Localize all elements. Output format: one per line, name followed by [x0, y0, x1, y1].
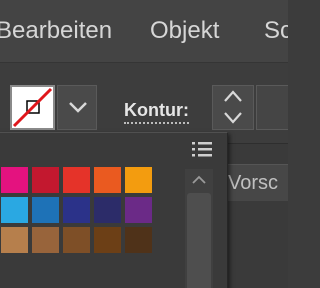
- color-swatch[interactable]: [94, 197, 121, 223]
- scroll-thumb[interactable]: [187, 193, 211, 288]
- no-fill-swatch-icon: [12, 87, 53, 128]
- color-swatch[interactable]: [63, 227, 90, 253]
- color-swatch[interactable]: [125, 167, 152, 193]
- menu-bar: Bearbeiten Objekt Sc: [0, 0, 288, 62]
- panel-tab-preview[interactable]: Vorsc: [228, 164, 288, 201]
- chevron-up-icon: [192, 175, 206, 184]
- menu-script[interactable]: Sc: [264, 16, 288, 46]
- color-swatch[interactable]: [1, 197, 28, 223]
- fill-swatch-button[interactable]: [10, 85, 55, 130]
- color-swatch[interactable]: [32, 167, 59, 193]
- stroke-weight-field[interactable]: [256, 85, 288, 130]
- menu-edit[interactable]: Bearbeiten: [0, 16, 112, 46]
- color-swatch[interactable]: [125, 197, 152, 223]
- color-swatch[interactable]: [63, 197, 90, 223]
- color-swatch[interactable]: [94, 227, 121, 253]
- panel-tab-label: Vorsc: [228, 172, 279, 194]
- color-swatch[interactable]: [32, 227, 59, 253]
- color-swatch[interactable]: [63, 167, 90, 193]
- swatches-panel-background: Vorsc: [228, 144, 288, 288]
- swatch-popup: [0, 132, 228, 288]
- menu-object[interactable]: Objekt: [150, 16, 219, 46]
- chevron-up-icon: [224, 90, 242, 102]
- color-swatch[interactable]: [1, 227, 28, 253]
- swatch-dropdown-button[interactable]: [57, 85, 97, 130]
- popup-menu-button[interactable]: [189, 137, 217, 161]
- stroke-weight-stepper[interactable]: [212, 85, 254, 130]
- chevron-down-icon: [224, 112, 242, 124]
- stepper-up-button[interactable]: [213, 86, 253, 107]
- list-menu-icon: [192, 142, 212, 157]
- color-swatch[interactable]: [32, 197, 59, 223]
- color-swatch[interactable]: [1, 167, 28, 193]
- scroll-up-button[interactable]: [185, 169, 213, 191]
- color-swatch[interactable]: [94, 167, 121, 193]
- indesign-ui-crop: Bearbeiten Objekt Sc Kontur: Vorsc: [0, 0, 288, 288]
- stepper-down-button[interactable]: [213, 107, 253, 128]
- stroke-label[interactable]: Kontur:: [124, 99, 189, 124]
- swatch-scrollbar[interactable]: [185, 169, 213, 288]
- chevron-down-icon: [69, 102, 87, 113]
- color-swatch[interactable]: [125, 227, 152, 253]
